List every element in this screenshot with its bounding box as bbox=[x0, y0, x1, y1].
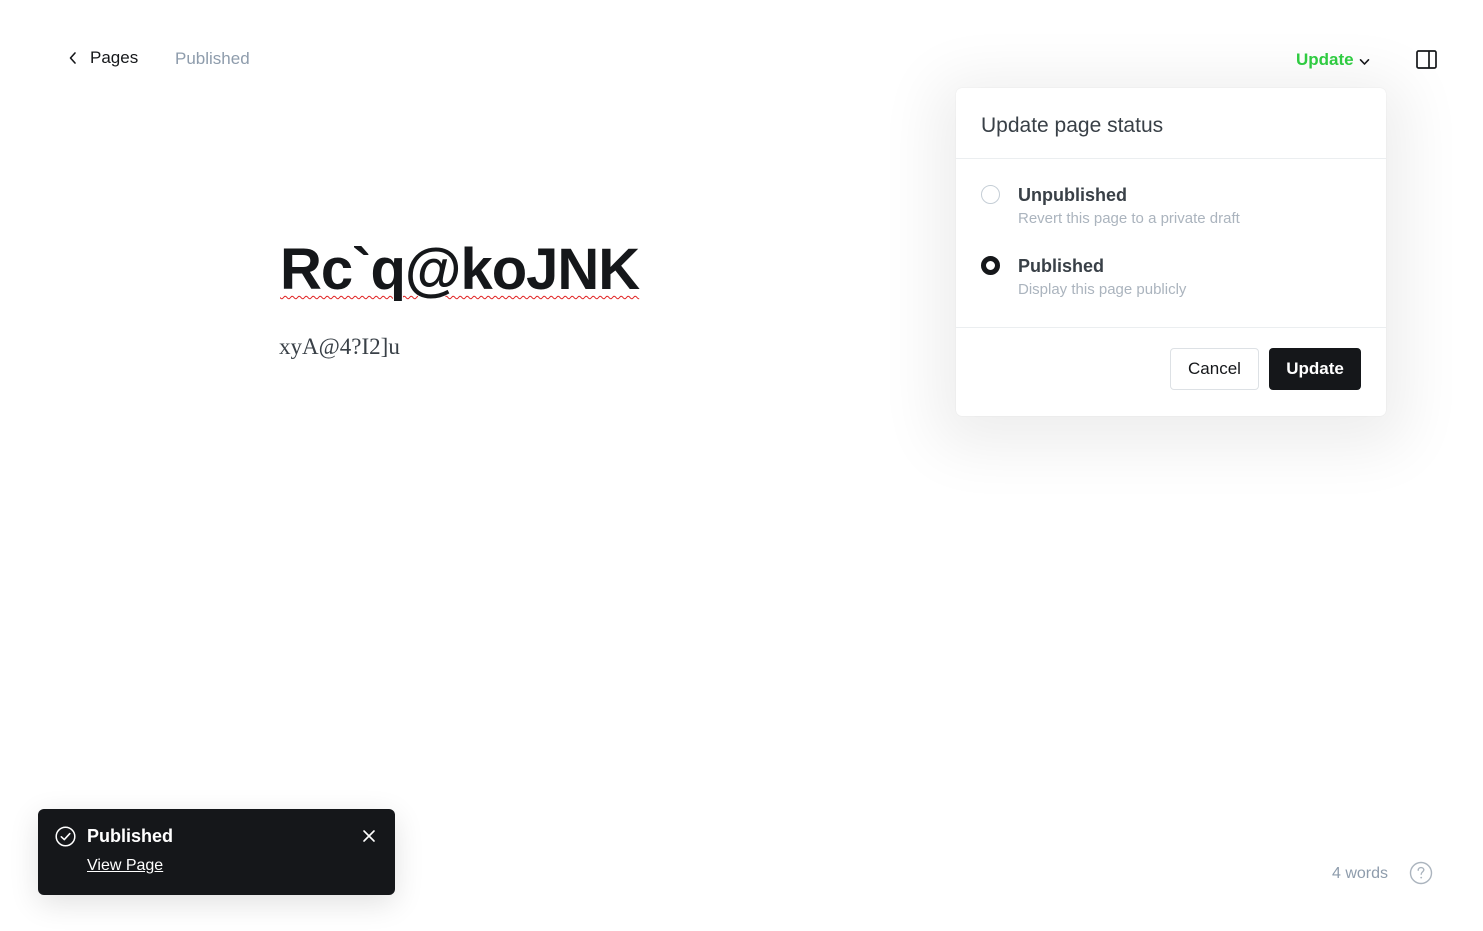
back-link-label: Pages bbox=[90, 48, 139, 67]
published-notification: Published View Page bbox=[38, 809, 395, 895]
option-description: Revert this page to a private draft bbox=[1018, 210, 1240, 227]
view-page-link[interactable]: View Page bbox=[87, 857, 163, 875]
chevron-left-icon bbox=[69, 52, 76, 64]
post-title-input[interactable]: Rc`q@koJNK bbox=[280, 236, 640, 303]
popover-title: Update page status bbox=[956, 88, 1386, 159]
check-circle-icon bbox=[55, 826, 76, 847]
popover-footer: Cancel Update bbox=[956, 327, 1386, 416]
sidebar-toggle-icon[interactable] bbox=[1415, 49, 1439, 71]
option-description: Display this page publicly bbox=[1018, 281, 1187, 298]
notification-title: Published bbox=[87, 826, 174, 846]
update-menu-trigger[interactable]: Update bbox=[1296, 50, 1370, 70]
word-count: 4 words bbox=[1332, 865, 1389, 882]
option-text: Published Display this page publicly bbox=[1018, 255, 1186, 298]
option-label: Published bbox=[1018, 256, 1105, 276]
option-label: Unpublished bbox=[1018, 185, 1127, 205]
back-to-pages-link[interactable]: Pages bbox=[68, 48, 138, 68]
radio-published[interactable] bbox=[981, 256, 1000, 275]
publish-status-popover: Update page status Unpublished Revert th… bbox=[956, 88, 1386, 416]
post-body-editor[interactable]: xyA@4?I2]u bbox=[279, 334, 400, 360]
status-option-published[interactable]: Published Display this page publicly bbox=[981, 255, 1186, 298]
update-trigger-label: Update bbox=[1296, 50, 1354, 69]
radio-unpublished[interactable] bbox=[981, 185, 1000, 204]
post-status-label: Published bbox=[175, 49, 250, 68]
cancel-button[interactable]: Cancel bbox=[1170, 348, 1259, 390]
option-text: Unpublished Revert this page to a privat… bbox=[1018, 184, 1240, 227]
chevron-down-icon bbox=[1359, 58, 1369, 65]
close-icon[interactable] bbox=[362, 829, 376, 843]
update-button[interactable]: Update bbox=[1269, 348, 1361, 390]
help-circle-icon[interactable] bbox=[1409, 861, 1433, 885]
status-option-unpublished[interactable]: Unpublished Revert this page to a privat… bbox=[981, 184, 1240, 227]
